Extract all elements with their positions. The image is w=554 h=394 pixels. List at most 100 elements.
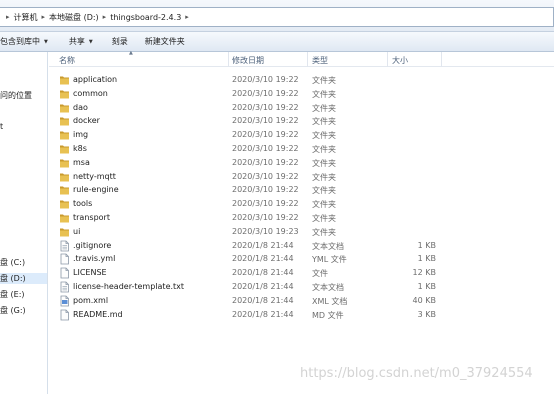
- column-header-type[interactable]: 类型: [312, 55, 328, 66]
- table-row[interactable]: k8s 2020/3/10 19:22 文件夹: [49, 142, 554, 156]
- nav-item-label: 盘 (D:): [0, 274, 26, 283]
- file-type: 文件夹: [312, 145, 336, 154]
- file-modified-date: 2020/3/10 19:22: [232, 144, 299, 153]
- file-type: 文件夹: [312, 172, 336, 182]
- file-modified-date: 2020/1/8 21:44: [232, 295, 294, 305]
- file-type: 文件夹: [312, 131, 336, 141]
- new-folder-label: 新建文件夹: [144, 37, 185, 46]
- file-name: dao: [73, 102, 88, 112]
- breadcrumb-separator-icon[interactable]: ▸: [185, 13, 189, 21]
- table-row[interactable]: tools 2020/3/10 19:22 文件夹: [49, 197, 554, 211]
- breadcrumb-separator-icon[interactable]: ▸: [42, 13, 46, 21]
- chevron-down-icon: ▼: [44, 38, 48, 45]
- file-type: 文件夹: [312, 76, 336, 85]
- nav-item-drive-g[interactable]: 盘 (G:): [0, 305, 26, 316]
- file-type: 文件夹: [312, 227, 336, 237]
- watermark: https://blog.csdn.net/m0_37924554: [300, 366, 533, 381]
- share-button[interactable]: 共享 ▼: [57, 36, 102, 47]
- nav-item-drive-e[interactable]: 盘 (E:): [0, 289, 25, 300]
- file-type: 文本文档: [312, 283, 344, 292]
- file-modified-date: 2020/3/10 19:23: [232, 226, 299, 236]
- sort-ascending-icon: ▲: [129, 50, 133, 56]
- table-row[interactable]: .travis.yml 2020/1/8 21:44 YML 文件 1 KB: [49, 252, 554, 266]
- table-row[interactable]: dao 2020/3/10 19:22 文件夹: [49, 101, 554, 115]
- file-list: 名称 ▲ 修改日期 类型 大小 application 2020/3/10 19:…: [49, 50, 554, 394]
- table-row[interactable]: .gitignore 2020/1/8 21:44 文本文档 1 KB: [49, 239, 554, 253]
- table-row[interactable]: common 2020/3/10 19:22 文件夹: [49, 87, 554, 101]
- file-name: LICENSE: [73, 268, 107, 278]
- breadcrumb-separator-icon[interactable]: ▸: [6, 13, 10, 21]
- file-modified-date: 2020/3/10 19:22: [232, 116, 299, 126]
- file-name: docker: [73, 116, 100, 126]
- table-row[interactable]: rule-engine 2020/3/10 19:22 文件夹: [49, 183, 554, 197]
- file-modified-date: 2020/1/8 21:44: [232, 240, 294, 250]
- new-folder-button[interactable]: 新建文件夹: [137, 36, 194, 47]
- file-type: 文本文档: [312, 241, 344, 251]
- address-field[interactable]: ▸ 计算机 ▸ 本地磁盘 (D:) ▸ thingsboard-2.4.3 ▸: [0, 7, 554, 27]
- nav-item-partial[interactable]: t: [0, 122, 3, 131]
- table-row[interactable]: transport 2020/3/10 19:22 文件夹: [49, 211, 554, 225]
- file-modified-date: 2020/1/8 21:44: [232, 254, 294, 264]
- breadcrumb-drive-d[interactable]: 本地磁盘 (D:): [49, 12, 99, 23]
- column-divider[interactable]: [307, 52, 308, 67]
- column-header-modified[interactable]: 修改日期: [232, 55, 264, 66]
- burn-label: 刻录: [111, 37, 128, 46]
- file-type: 文件夹: [312, 214, 336, 223]
- file-modified-date: 2020/3/10 19:22: [232, 185, 299, 195]
- table-row[interactable]: ui 2020/3/10 19:23 文件夹: [49, 225, 554, 239]
- nav-item-drive-c[interactable]: 盘 (C:): [0, 257, 25, 268]
- file-name: README.md: [73, 309, 123, 319]
- command-toolbar: 包含到库中 ▼ 共享 ▼ 刻录 新建文件夹: [0, 32, 554, 52]
- table-row[interactable]: netty-mqtt 2020/3/10 19:22 文件夹: [49, 170, 554, 184]
- table-row[interactable]: docker 2020/3/10 19:22 文件夹: [49, 114, 554, 128]
- file-size: 1 KB: [417, 240, 436, 250]
- burn-button[interactable]: 刻录: [102, 36, 137, 47]
- file-size: 3 KB: [417, 309, 436, 319]
- file-name: netty-mqtt: [73, 171, 116, 181]
- file-name: pom.xml: [73, 295, 109, 305]
- file-modified-date: 2020/3/10 19:22: [232, 171, 299, 181]
- breadcrumb-separator-icon[interactable]: ▸: [103, 13, 107, 21]
- column-header-name[interactable]: 名称: [59, 55, 75, 66]
- file-type: 文件夹: [312, 200, 336, 210]
- file-name: k8s: [73, 144, 87, 153]
- file-type: YML 文件: [312, 255, 347, 265]
- file-modified-date: 2020/3/10 19:22: [232, 130, 299, 140]
- file-name: tools: [73, 199, 93, 209]
- include-in-library-button[interactable]: 包含到库中 ▼: [0, 36, 57, 47]
- table-row[interactable]: README.md 2020/1/8 21:44 MD 文件 3 KB: [49, 308, 554, 322]
- file-type: 文件夹: [312, 89, 336, 99]
- nav-item-recent-places[interactable]: 问的位置: [0, 90, 32, 101]
- file-size: 40 KB: [412, 295, 436, 305]
- file-type: 文件夹: [312, 158, 336, 168]
- file-modified-date: 2020/1/8 21:44: [232, 282, 294, 291]
- file-name: ui: [73, 226, 81, 236]
- table-row[interactable]: img 2020/3/10 19:22 文件夹: [49, 128, 554, 142]
- file-name: .travis.yml: [73, 254, 116, 264]
- file-type: XML 文档: [312, 296, 348, 306]
- file-type: 文件: [312, 269, 328, 279]
- column-divider[interactable]: [228, 52, 229, 67]
- table-row[interactable]: LICENSE 2020/1/8 21:44 文件 12 KB: [49, 266, 554, 280]
- file-size: 12 KB: [412, 268, 436, 278]
- file-name: img: [73, 130, 89, 140]
- nav-item-drive-d[interactable]: 盘 (D:): [0, 273, 47, 284]
- file-modified-date: 2020/1/8 21:44: [232, 268, 294, 278]
- column-divider[interactable]: [387, 52, 388, 67]
- table-row[interactable]: pom.xml 2020/1/8 21:44 XML 文档 40 KB: [49, 294, 554, 308]
- table-row[interactable]: msa 2020/3/10 19:22 文件夹: [49, 156, 554, 170]
- table-row[interactable]: application 2020/3/10 19:22 文件夹: [49, 73, 554, 87]
- breadcrumb-computer[interactable]: 计算机: [14, 12, 38, 23]
- nav-item-label: 盘 (C:): [0, 258, 26, 267]
- column-divider[interactable]: [441, 52, 442, 67]
- table-row[interactable]: license-header-template.txt 2020/1/8 21:4…: [49, 280, 554, 294]
- breadcrumb-current-folder[interactable]: thingsboard-2.4.3: [110, 13, 181, 22]
- address-bar: ▸ 计算机 ▸ 本地磁盘 (D:) ▸ thingsboard-2.4.3 ▸: [0, 0, 554, 32]
- navigation-pane: 问的位置 t 盘 (C:) 盘 (D:) 盘 (E:) 盘 (G:): [0, 52, 48, 394]
- file-modified-date: 2020/3/10 19:22: [232, 75, 299, 84]
- chevron-down-icon: ▼: [88, 38, 93, 45]
- file-type: 文件夹: [312, 117, 336, 127]
- file-modified-date: 2020/1/8 21:44: [232, 309, 294, 319]
- column-header-size[interactable]: 大小: [392, 55, 408, 66]
- file-modified-date: 2020/3/10 19:22: [232, 199, 299, 209]
